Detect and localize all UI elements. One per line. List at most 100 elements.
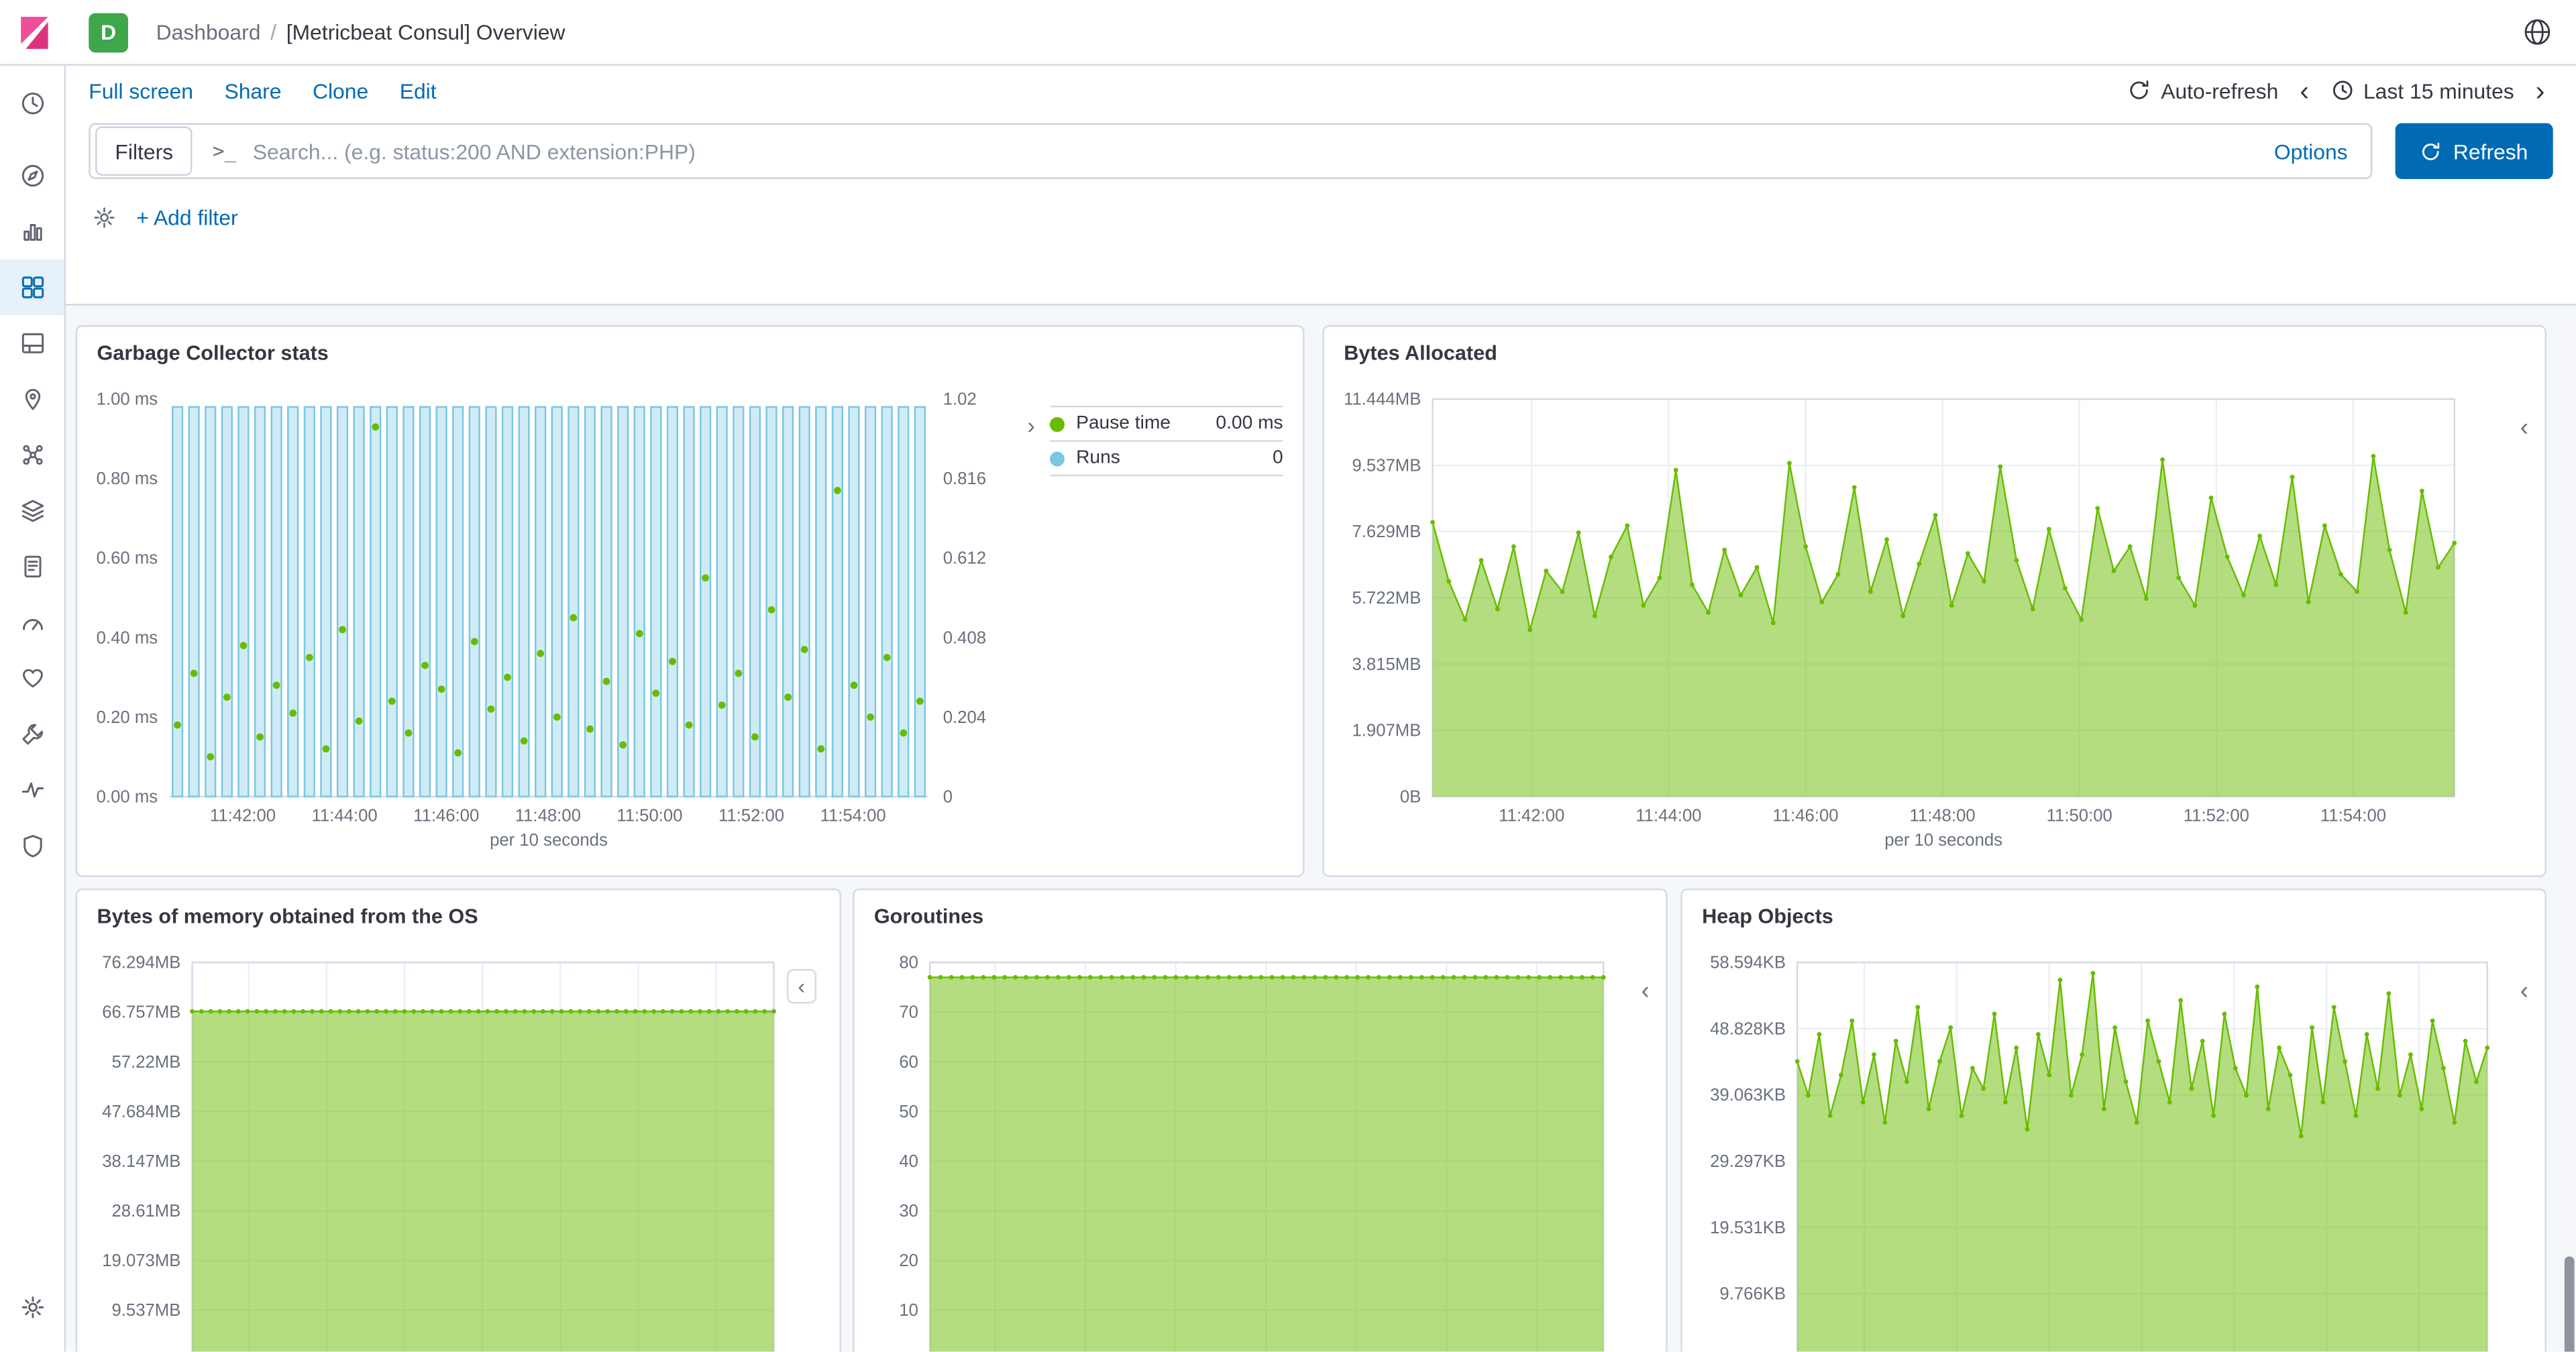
- memory-os-chart: 76.294MB 66.757MB 57.22MB 47.684MB 38.147MB 2…: [102, 954, 776, 1352]
- auto-refresh-icon: [2131, 80, 2149, 99]
- auto-refresh-button[interactable]: Auto-refresh: [2128, 78, 2278, 103]
- svg-text:19.531KB: 19.531KB: [1710, 1219, 1786, 1237]
- svg-text:9.537MB: 9.537MB: [1352, 456, 1421, 475]
- legend-label: Runs: [1076, 448, 1120, 468]
- vertical-scrollbar[interactable]: [2564, 1256, 2575, 1352]
- sidebar-item-siem[interactable]: [0, 818, 64, 874]
- legend-dot: [1049, 451, 1065, 466]
- svg-text:11:46:00: 11:46:00: [1772, 806, 1838, 825]
- svg-text:39.063KB: 39.063KB: [1710, 1086, 1786, 1105]
- dashboard-grid: Garbage Collector stats 1.00 ms 0.80 ms 0.…: [65, 304, 2576, 1352]
- sidebar-item-maps[interactable]: [0, 371, 64, 427]
- sidebar-item-logs[interactable]: [0, 539, 64, 594]
- svg-text:60: 60: [899, 1053, 918, 1072]
- svg-text:11:54:00: 11:54:00: [2320, 806, 2386, 825]
- full-screen-link[interactable]: Full screen: [89, 78, 193, 103]
- map-pin-icon: [24, 388, 40, 410]
- svg-text:9.766KB: 9.766KB: [1719, 1285, 1786, 1304]
- legend-item-runs[interactable]: Runs 0: [1049, 442, 1283, 477]
- svg-text:1.00 ms: 1.00 ms: [97, 390, 158, 409]
- layers-icon: [21, 500, 43, 522]
- svg-text:11:50:00: 11:50:00: [2047, 806, 2112, 825]
- gc-stats-chart: 1.00 ms 0.80 ms 0.60 ms 0.40 ms 0.20 ms 0.00 …: [97, 390, 986, 850]
- panel-title[interactable]: Heap Objects: [1702, 905, 1833, 927]
- svg-text:0.612: 0.612: [943, 549, 986, 568]
- sidebar-item-recently-viewed[interactable]: [0, 76, 64, 131]
- legend-expand-icon[interactable]: ‹: [1642, 979, 1650, 1004]
- svg-text:0B: 0B: [1400, 787, 1421, 806]
- heap-objects-chart: 58.594KB 48.828KB 39.063KB 29.297KB 19.531KB…: [1710, 954, 2490, 1352]
- breadcrumb: Dashboard / [Metricbeat Consul] Overview: [156, 19, 566, 44]
- svg-text:0.20 ms: 0.20 ms: [97, 708, 158, 727]
- breadcrumb-separator: /: [270, 19, 277, 45]
- legend-expand-button[interactable]: ‹: [786, 968, 817, 1004]
- kibana-logo-icon[interactable]: [15, 12, 54, 52]
- add-filter-button[interactable]: + Add filter: [136, 205, 237, 229]
- svg-text:40: 40: [899, 1152, 918, 1171]
- pulse-icon: [21, 782, 43, 798]
- share-link[interactable]: Share: [224, 78, 281, 103]
- svg-text:29.297KB: 29.297KB: [1710, 1152, 1786, 1171]
- sidebar-item-apm[interactable]: [0, 595, 64, 651]
- gauge-icon: [21, 619, 42, 630]
- panel-title[interactable]: Bytes Allocated: [1344, 341, 1497, 364]
- time-range-button[interactable]: Last 15 minutes: [2330, 78, 2514, 103]
- sidebar-item-dashboard[interactable]: [0, 259, 64, 316]
- panel-title[interactable]: Goroutines: [874, 905, 983, 927]
- svg-text:11.444MB: 11.444MB: [1344, 390, 1421, 409]
- kibana-app: D Dashboard / [Metricbeat Consul] Overvi…: [0, 0, 2576, 1352]
- filters-button[interactable]: Filters: [95, 126, 193, 176]
- svg-text:80: 80: [899, 954, 918, 972]
- panel-memory-from-os: Bytes of memory obtained from the OS 76.…: [75, 888, 841, 1352]
- svg-text:58.594KB: 58.594KB: [1710, 954, 1786, 972]
- sidebar-item-monitoring[interactable]: [0, 762, 64, 818]
- query-language-icon: >_: [212, 139, 237, 163]
- panel-bytes-allocated: Bytes Allocated 11.444MB 9.537MB 7.629MB 5.…: [1322, 325, 2546, 877]
- filter-settings-gear-icon[interactable]: [92, 205, 117, 229]
- breadcrumb-dashboard[interactable]: Dashboard: [156, 19, 261, 44]
- clone-link[interactable]: Clone: [313, 78, 368, 103]
- time-forward-button[interactable]: ›: [2527, 76, 2553, 105]
- legend-collapse-icon[interactable]: ›: [1027, 412, 1034, 439]
- legend-expand-icon[interactable]: ‹: [2520, 416, 2528, 441]
- time-back-button[interactable]: ‹: [2292, 76, 2317, 105]
- sidebar-item-machine-learning[interactable]: [0, 427, 64, 483]
- sidebar-item-discover[interactable]: [0, 148, 64, 203]
- space-avatar[interactable]: D: [89, 12, 129, 52]
- sidebar-item-infrastructure[interactable]: [0, 483, 64, 539]
- svg-text:11:48:00: 11:48:00: [515, 806, 581, 825]
- app-sidebar: [0, 65, 66, 1352]
- svg-text:0.60 ms: 0.60 ms: [97, 549, 158, 568]
- search-box: Filters >_ Options: [89, 123, 2373, 179]
- svg-text:11:48:00: 11:48:00: [1910, 806, 1976, 825]
- svg-text:20: 20: [899, 1251, 918, 1270]
- sidebar-item-management[interactable]: [0, 1280, 64, 1335]
- top-bar: D Dashboard / [Metricbeat Consul] Overvi…: [0, 0, 2576, 66]
- panel-title[interactable]: Garbage Collector stats: [97, 341, 328, 364]
- svg-text:11:44:00: 11:44:00: [312, 806, 378, 825]
- search-input[interactable]: [249, 137, 2251, 166]
- help-globe-icon[interactable]: [2522, 16, 2553, 48]
- svg-text:9.537MB: 9.537MB: [111, 1301, 180, 1320]
- panel-heap-objects: Heap Objects 58.594KB 48.828KB 39.063KB 29.…: [1680, 888, 2546, 1352]
- sidebar-item-uptime[interactable]: [0, 651, 64, 706]
- svg-text:11:46:00: 11:46:00: [413, 806, 479, 825]
- edit-link[interactable]: Edit: [400, 78, 437, 103]
- svg-text:47.684MB: 47.684MB: [102, 1103, 180, 1121]
- svg-text:11:54:00: 11:54:00: [820, 806, 886, 825]
- panel-title[interactable]: Bytes of memory obtained from the OS: [97, 905, 478, 927]
- sidebar-item-canvas[interactable]: [0, 315, 64, 371]
- gear-icon: [21, 1296, 43, 1318]
- options-link[interactable]: Options: [2274, 139, 2348, 164]
- sidebar-item-dev-tools[interactable]: [0, 706, 64, 762]
- sidebar-item-visualize[interactable]: [0, 204, 64, 260]
- svg-text:5.722MB: 5.722MB: [1352, 589, 1421, 608]
- svg-text:48.828KB: 48.828KB: [1710, 1019, 1786, 1038]
- legend-expand-icon[interactable]: ‹: [2520, 979, 2528, 1004]
- svg-text:7.629MB: 7.629MB: [1352, 522, 1421, 541]
- svg-text:0.204: 0.204: [943, 708, 986, 727]
- refresh-button[interactable]: Refresh: [2395, 123, 2553, 179]
- refresh-button-label: Refresh: [2453, 138, 2528, 164]
- shield-icon: [23, 835, 42, 858]
- legend-item-pause-time[interactable]: Pause time 0.00 ms: [1049, 407, 1283, 442]
